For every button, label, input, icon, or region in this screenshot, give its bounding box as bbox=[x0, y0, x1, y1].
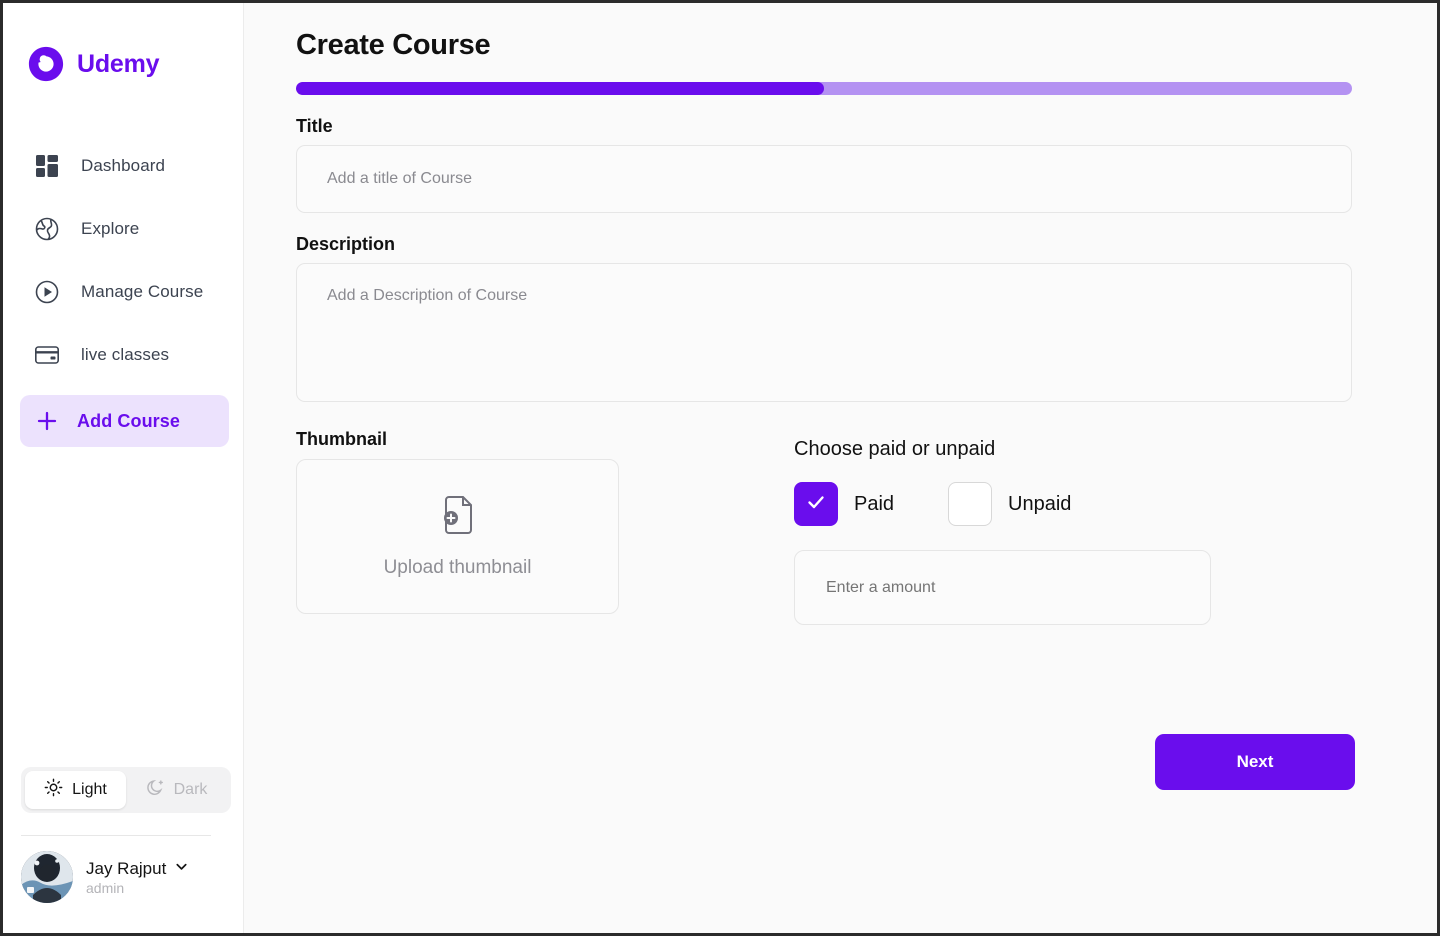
pricing-section: Choose paid or unpaid Paid Unpaid bbox=[794, 429, 1355, 625]
brand[interactable]: Udemy bbox=[3, 3, 243, 83]
app-window: Udemy Dashboard Explore Manage Course li… bbox=[0, 0, 1440, 936]
chevron-down-icon[interactable] bbox=[174, 859, 189, 879]
sidebar-item-label: Dashboard bbox=[81, 156, 166, 175]
sidebar-item-explore[interactable]: Explore bbox=[3, 206, 243, 252]
moon-icon bbox=[146, 778, 165, 802]
sidebar-item-dashboard[interactable]: Dashboard bbox=[3, 143, 243, 189]
thumbnail-label: Thumbnail bbox=[296, 429, 387, 449]
credit-card-icon bbox=[33, 341, 61, 369]
sidebar-item-label: Add Course bbox=[77, 410, 181, 431]
sidebar-nav: Dashboard Explore Manage Course live cla… bbox=[3, 143, 243, 447]
page-title: Create Course bbox=[296, 29, 491, 61]
progress-bar-fill bbox=[296, 82, 824, 95]
plus-icon bbox=[33, 407, 61, 435]
profile-name-row: Jay Rajput bbox=[86, 859, 189, 879]
upload-thumbnail-dropzone[interactable]: Upload thumbnail bbox=[296, 459, 619, 614]
file-plus-icon bbox=[438, 494, 478, 541]
pricing-label: Choose paid or unpaid bbox=[794, 438, 996, 460]
unpaid-checkbox[interactable] bbox=[948, 482, 993, 526]
amount-input[interactable] bbox=[794, 550, 1211, 625]
sun-icon bbox=[44, 778, 63, 802]
title-input[interactable] bbox=[296, 145, 1352, 213]
thumbnail-section: Thumbnail Upload thumbnail bbox=[296, 429, 794, 625]
title-field-label: Title bbox=[296, 116, 333, 136]
profile-divider bbox=[21, 835, 211, 836]
next-button[interactable]: Next bbox=[1155, 734, 1355, 790]
sidebar-item-live-classes[interactable]: live classes bbox=[3, 332, 243, 378]
globe-icon bbox=[33, 215, 61, 243]
theme-option-dark-label: Dark bbox=[173, 781, 208, 798]
sidebar-item-add-course[interactable]: Add Course bbox=[20, 395, 229, 447]
main-content: Create Course Title Description Thumbnai… bbox=[244, 3, 1437, 933]
sidebar-item-manage-course[interactable]: Manage Course bbox=[3, 269, 243, 315]
sidebar-item-label: Explore bbox=[81, 219, 140, 238]
sidebar-item-label: Manage Course bbox=[81, 282, 204, 301]
theme-option-light-label: Light bbox=[72, 781, 107, 798]
dashboard-grid-icon bbox=[33, 152, 61, 180]
sidebar-item-label: live classes bbox=[81, 345, 170, 364]
brand-name: Udemy bbox=[77, 49, 160, 78]
check-icon bbox=[805, 491, 827, 518]
theme-toggle[interactable]: Light Dark bbox=[21, 767, 231, 813]
paid-checkbox[interactable] bbox=[794, 482, 838, 526]
progress-bar[interactable] bbox=[296, 82, 1352, 95]
sidebar: Udemy Dashboard Explore Manage Course li… bbox=[3, 3, 244, 933]
description-field-label: Description bbox=[296, 234, 396, 254]
profile-name: Jay Rajput bbox=[86, 858, 167, 878]
profile[interactable]: Jay Rajput admin bbox=[21, 851, 189, 903]
theme-option-dark[interactable]: Dark bbox=[126, 771, 227, 809]
profile-role: admin bbox=[86, 879, 125, 896]
description-input[interactable] bbox=[296, 263, 1352, 402]
avatar bbox=[21, 851, 73, 903]
pricing-options: Paid Unpaid bbox=[794, 482, 1355, 526]
udemy-logo-icon bbox=[27, 45, 65, 83]
paid-label: Paid bbox=[854, 492, 895, 515]
upload-thumbnail-label: Upload thumbnail bbox=[383, 557, 532, 578]
theme-option-light[interactable]: Light bbox=[25, 771, 126, 809]
lower-row: Thumbnail Upload thumbnail Choose paid o… bbox=[296, 429, 1355, 625]
unpaid-label: Unpaid bbox=[1008, 492, 1072, 515]
play-circle-icon bbox=[33, 278, 61, 306]
